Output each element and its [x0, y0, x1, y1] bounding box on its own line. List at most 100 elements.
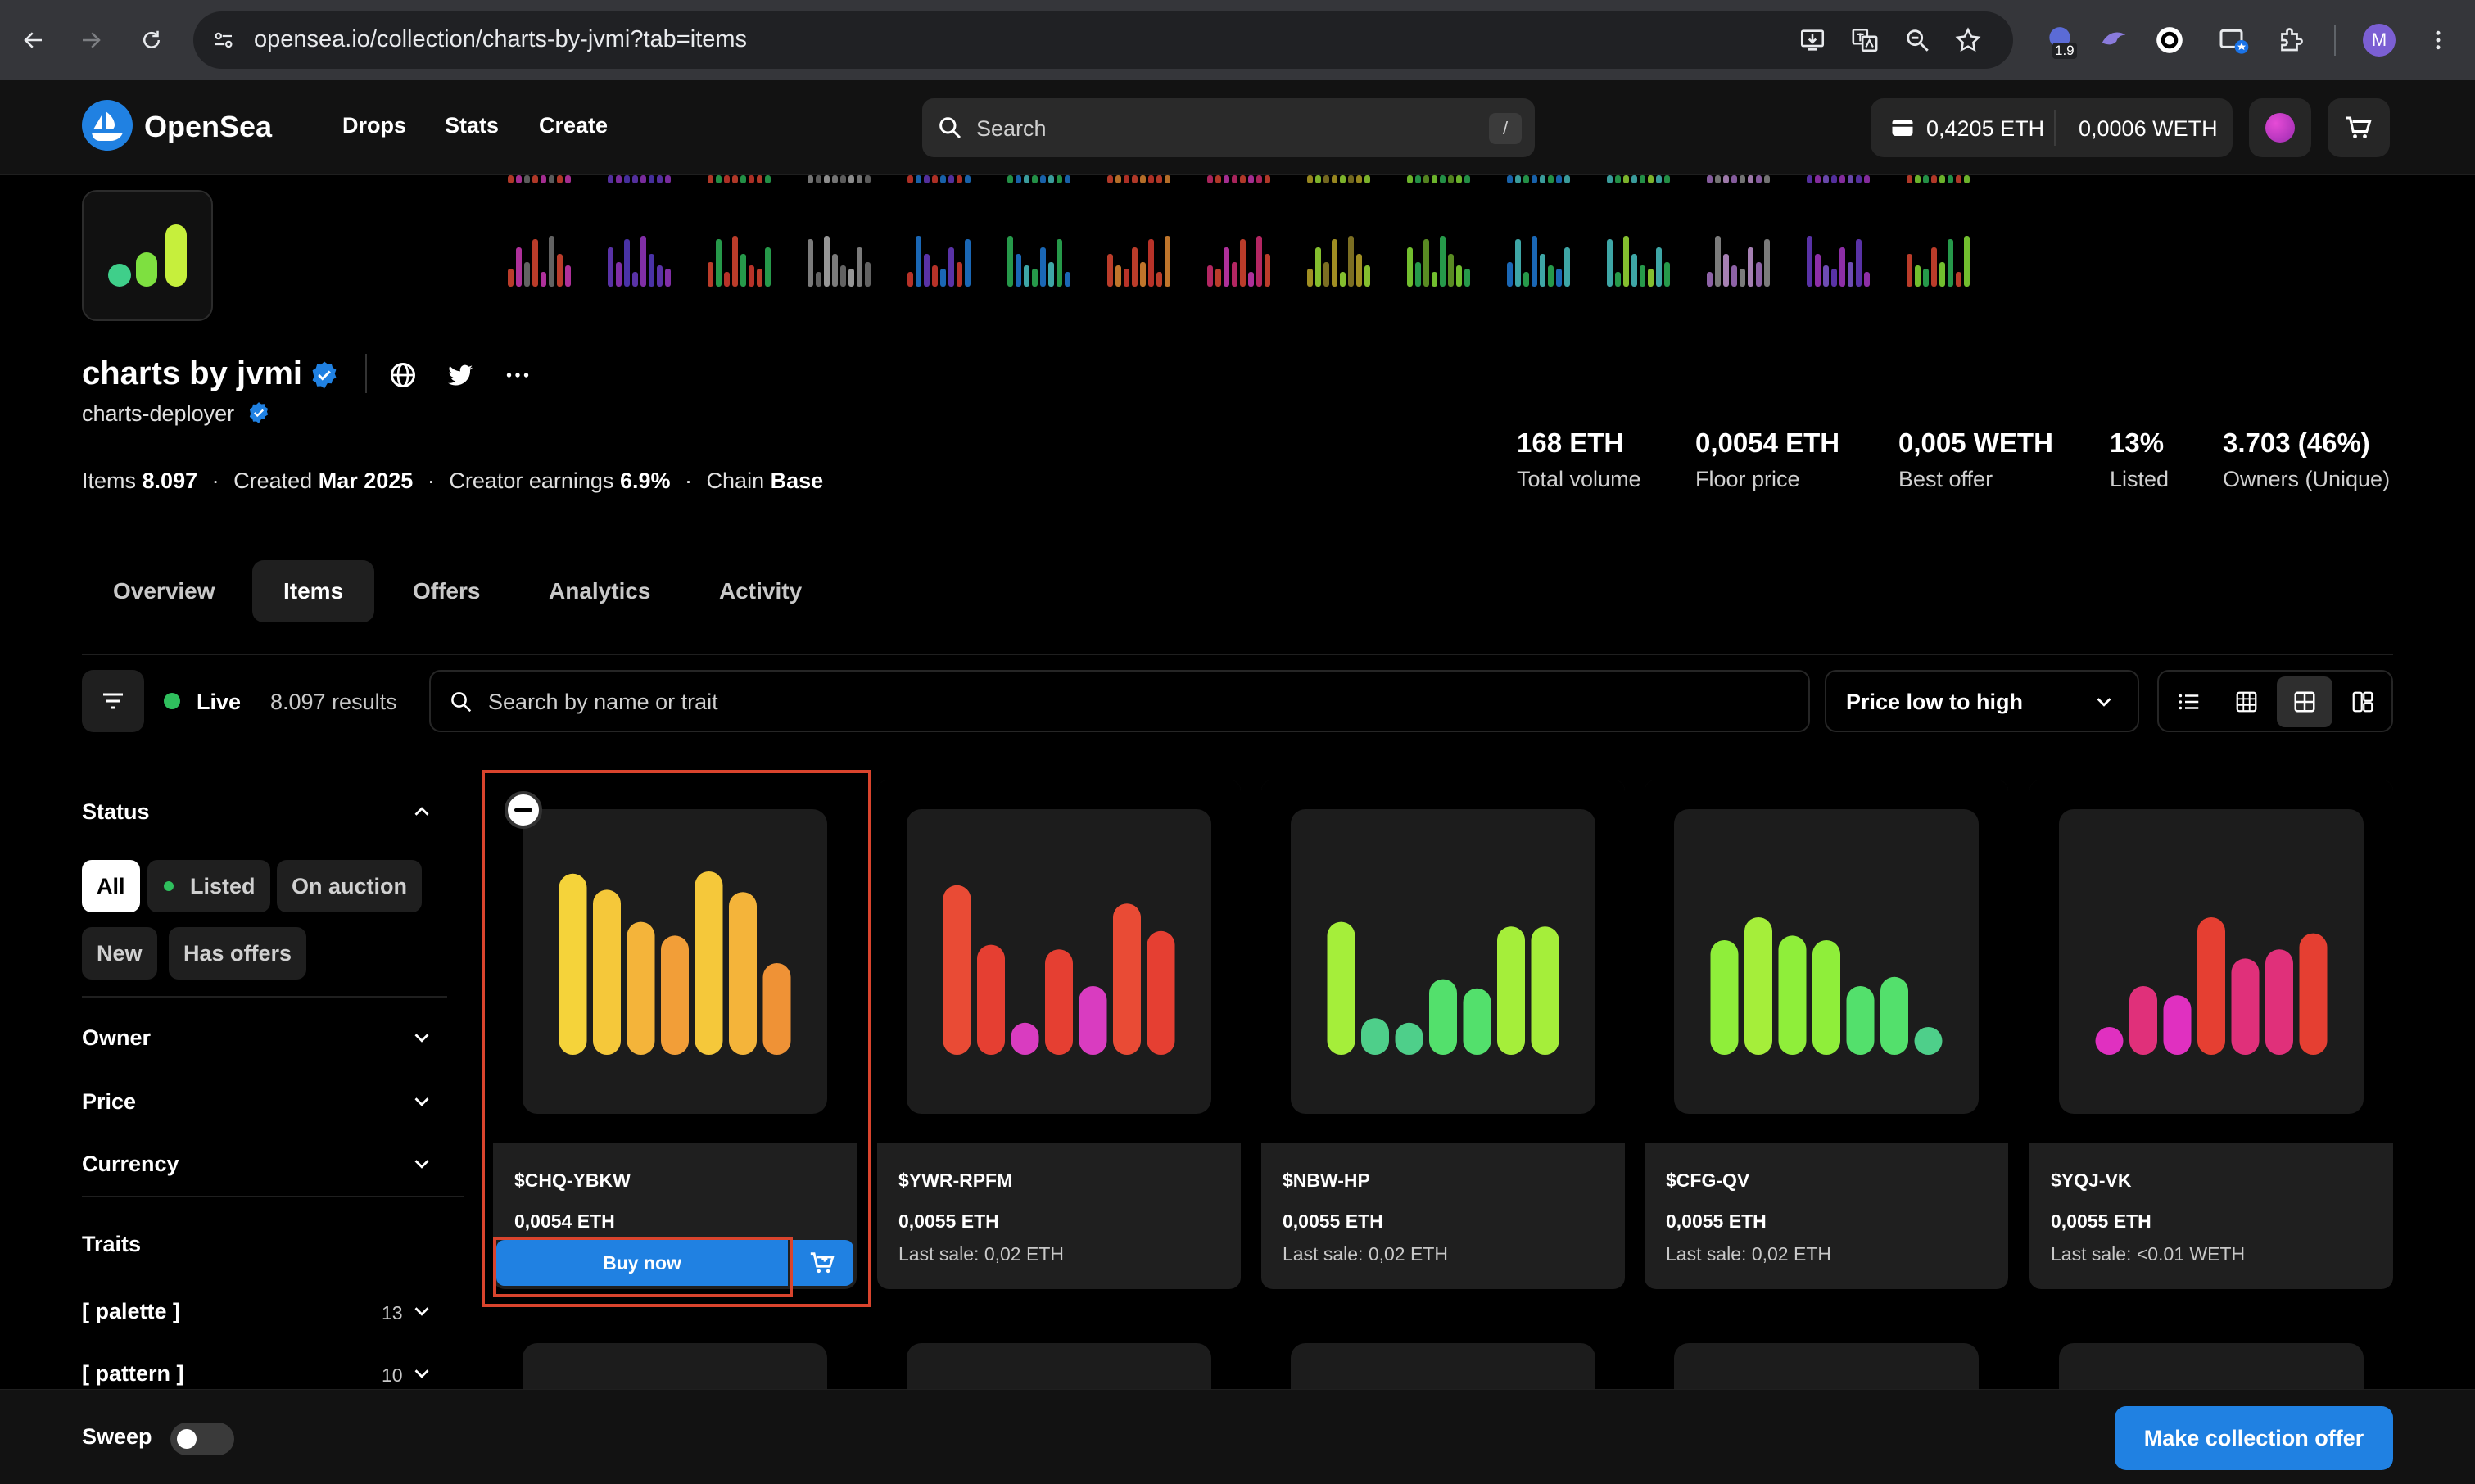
status-heading[interactable]: Status — [82, 799, 150, 825]
back-icon[interactable] — [11, 18, 56, 62]
filter-toggle-button[interactable] — [82, 670, 144, 732]
status-new[interactable]: New — [82, 927, 157, 980]
chevron-down-icon[interactable] — [409, 1151, 434, 1176]
make-collection-offer-button[interactable]: Make collection offer — [2115, 1406, 2393, 1470]
nft-artwork[interactable] — [2029, 780, 2393, 1143]
card-placeholder[interactable] — [877, 1314, 1241, 1409]
extension-tab-icon[interactable] — [2211, 18, 2256, 62]
chevron-down-icon[interactable] — [409, 1361, 434, 1386]
nft-price: 0,0055 ETH — [1283, 1210, 1383, 1232]
extension-bird-icon[interactable] — [2092, 18, 2136, 62]
site-settings-icon[interactable] — [211, 28, 236, 52]
chevron-up-icon[interactable] — [409, 799, 434, 824]
tab-activity[interactable]: Activity — [688, 560, 833, 622]
banner-bar — [1523, 175, 1529, 183]
cart-button[interactable] — [2328, 98, 2390, 157]
nav-create[interactable]: Create — [539, 113, 608, 138]
nft-artwork[interactable] — [1645, 780, 2008, 1143]
banner-bar — [808, 239, 813, 287]
tab-analytics[interactable]: Analytics — [518, 560, 682, 622]
banner-bar — [1265, 254, 1270, 287]
bookmark-star-icon[interactable] — [1954, 26, 1982, 54]
banner-bar — [1165, 175, 1170, 183]
nav-stats[interactable]: Stats — [445, 113, 499, 138]
banner-bar — [1731, 175, 1737, 183]
status-listed[interactable]: Listed — [147, 860, 270, 912]
nft-card[interactable]: $CFG-QV 0,0055 ETH Last sale: 0,02 ETH — [1645, 780, 2008, 1289]
banner-bar — [1823, 175, 1829, 183]
banner-bar — [1748, 175, 1753, 183]
extension-badge-icon[interactable]: 1.9 — [2038, 18, 2082, 62]
extensions-puzzle-icon[interactable] — [2269, 18, 2313, 62]
status-has-offers[interactable]: Has offers — [169, 927, 307, 980]
tab-offers[interactable]: Offers — [382, 560, 511, 622]
reload-icon[interactable] — [129, 18, 174, 62]
translate-icon[interactable] — [1851, 26, 1879, 54]
live-label[interactable]: Live — [197, 690, 241, 715]
banner-bar — [1715, 236, 1721, 287]
banner-bar — [1748, 247, 1753, 287]
balance-divider — [2054, 110, 2056, 146]
wallet-balance[interactable]: 0,4205 ETH 0,0006 WETH — [1871, 98, 2233, 157]
chevron-down-icon[interactable] — [409, 1299, 434, 1323]
banner-bar — [1923, 269, 1929, 287]
list-view-icon[interactable] — [2172, 685, 2206, 719]
sweep-toggle[interactable] — [170, 1423, 234, 1455]
account-button[interactable] — [2249, 98, 2311, 157]
chrome-menu-icon[interactable] — [2416, 18, 2460, 62]
twitter-icon[interactable] — [446, 360, 475, 390]
banner-bar — [1024, 265, 1029, 287]
forward-icon[interactable] — [69, 18, 113, 62]
more-options-icon[interactable] — [503, 360, 532, 390]
banner-bar — [1265, 175, 1270, 183]
banner-bar — [948, 247, 954, 287]
address-bar[interactable]: opensea.io/collection/charts-by-jvmi?tab… — [193, 11, 2013, 69]
nft-card[interactable]: $YWR-RPFM 0,0055 ETH Last sale: 0,02 ETH — [877, 780, 1241, 1289]
nft-artwork[interactable] — [1261, 780, 1625, 1143]
filter-currency[interactable]: Currency — [82, 1151, 179, 1177]
large-grid-view-icon[interactable] — [2277, 676, 2332, 727]
card-placeholder[interactable] — [1645, 1314, 2008, 1409]
deployer-name[interactable]: charts-deployer — [82, 401, 234, 427]
card-placeholder[interactable] — [493, 1314, 857, 1409]
profile-avatar[interactable]: M — [2357, 18, 2401, 62]
nft-bar — [1395, 1022, 1423, 1055]
banner-bar — [940, 175, 946, 183]
sort-dropdown[interactable]: Price low to high — [1825, 670, 2139, 732]
chevron-down-icon[interactable] — [409, 1089, 434, 1114]
nft-bar — [1531, 926, 1559, 1055]
nft-artwork[interactable] — [877, 780, 1241, 1143]
small-grid-view-icon[interactable] — [2229, 685, 2264, 719]
card-placeholder[interactable] — [1261, 1314, 1625, 1409]
card-placeholder[interactable] — [2029, 1314, 2393, 1409]
items-search-input[interactable]: Search by name or trait — [429, 670, 1810, 732]
tab-overview[interactable]: Overview — [82, 560, 247, 622]
masonry-view-icon[interactable] — [2346, 685, 2380, 719]
trait-palette[interactable]: [ palette ] — [82, 1299, 180, 1324]
banner-bar — [824, 236, 830, 287]
banner-bar — [1464, 175, 1470, 183]
zoom-icon[interactable] — [1903, 26, 1931, 54]
banner-bar — [1040, 247, 1046, 287]
banner-bar — [816, 272, 821, 287]
extension-circle-icon[interactable] — [2147, 18, 2192, 62]
tab-items[interactable]: Items — [252, 560, 375, 622]
nft-card[interactable]: $YQJ-VK 0,0055 ETH Last sale: <0.01 WETH — [2029, 780, 2393, 1289]
banner-bar — [1156, 175, 1162, 183]
brand-name[interactable]: OpenSea — [144, 110, 272, 144]
banner-bar — [1648, 269, 1654, 287]
install-app-icon[interactable] — [1799, 26, 1826, 54]
nav-drops[interactable]: Drops — [342, 113, 406, 138]
nft-card[interactable]: $NBW-HP 0,0055 ETH Last sale: 0,02 ETH — [1261, 780, 1625, 1289]
status-on-auction[interactable]: On auction — [277, 860, 422, 912]
tabs-divider — [82, 654, 2393, 655]
chevron-down-icon[interactable] — [409, 1025, 434, 1050]
status-all[interactable]: All — [82, 860, 140, 912]
filter-price[interactable]: Price — [82, 1089, 136, 1115]
global-search-input[interactable]: Search / — [922, 98, 1535, 157]
trait-pattern[interactable]: [ pattern ] — [82, 1361, 184, 1387]
opensea-logo-icon[interactable] — [82, 100, 133, 151]
sweep-footer: Sweep Make collection offer — [0, 1389, 2475, 1484]
website-globe-icon[interactable] — [388, 360, 418, 390]
filter-owner[interactable]: Owner — [82, 1025, 151, 1051]
